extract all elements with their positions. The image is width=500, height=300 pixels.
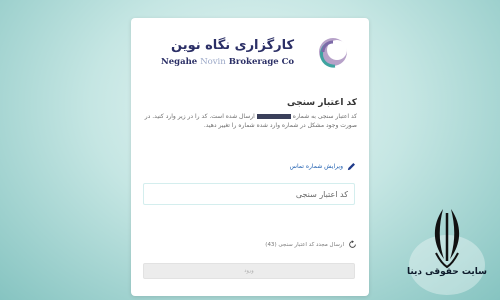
edit-phone-link[interactable]: ویرایش شماره تماس	[290, 161, 357, 172]
login-button[interactable]: ورود	[143, 263, 355, 279]
masked-phone-number	[256, 114, 291, 119]
pencil-icon	[347, 163, 355, 171]
brand-name-persian: کارگزاری نگاه نوین	[171, 38, 295, 53]
resend-code-link[interactable]: ارسال مجدد کد اعتبار سنجی (43)	[265, 240, 357, 249]
brand-mark-icon	[319, 38, 347, 68]
resend-label: ارسال مجدد کد اعتبار سنجی (43)	[265, 241, 344, 248]
page-title: کد اعتبار سنجی	[287, 98, 357, 108]
brand-logo: کارگزاری نگاه نوین Negahe Novin Brokerag…	[131, 32, 369, 88]
brand-name-english: Negahe Novin Brokerage Co	[161, 57, 295, 67]
verification-description: کد اعتبار سنجی به شمارهارسال شده است. کد…	[144, 113, 357, 129]
verification-code-input[interactable]	[143, 183, 355, 205]
refresh-icon	[349, 240, 356, 248]
site-name: سایت حقوقی دینا	[406, 267, 488, 277]
login-card: کارگزاری نگاه نوین Negahe Novin Brokerag…	[131, 18, 369, 296]
site-emblem-icon	[409, 209, 485, 295]
edit-phone-label: ویرایش شماره تماس	[289, 163, 343, 170]
